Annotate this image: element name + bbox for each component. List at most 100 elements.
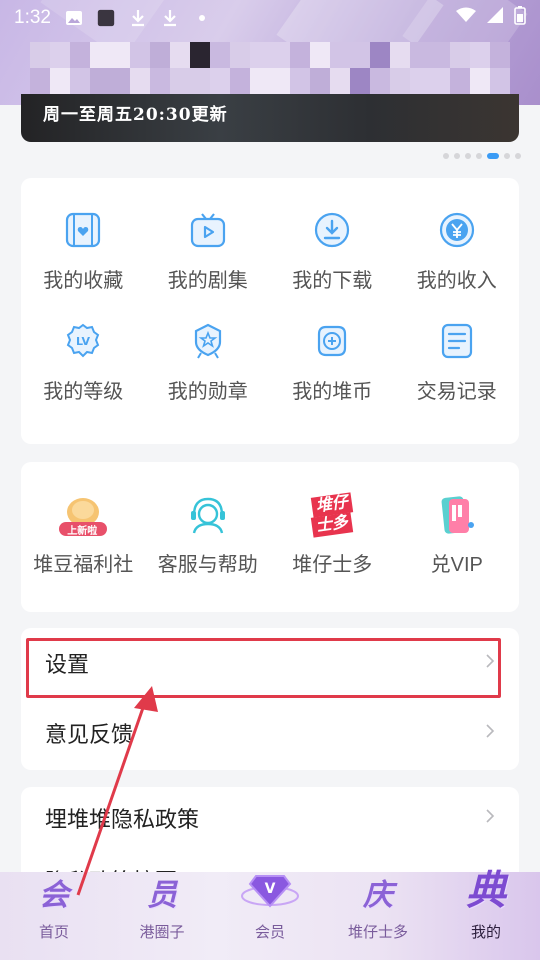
my-coins-item[interactable]: 我的堆币: [270, 321, 395, 404]
privacy-policy-label: 埋堆堆隐私政策: [45, 807, 200, 832]
mosaic-cell: [330, 68, 350, 94]
mosaic-cell: [190, 68, 210, 94]
status-bar: 1:32: [0, 0, 540, 36]
tab-member-label: 会员: [254, 924, 285, 941]
mosaic-cell: [250, 42, 270, 68]
carousel-dot: [515, 153, 521, 159]
vip-card-icon: [434, 492, 480, 538]
mosaic-cell: [470, 68, 490, 94]
store-label: 堆仔士多: [292, 554, 373, 576]
mosaic-cell: [330, 42, 350, 68]
my-level-item[interactable]: LV 我的等级: [21, 321, 146, 404]
bottom-tab-bar: 会 首页 员 港圈子 V 会员 庆 堆仔士多 典 我的: [0, 871, 540, 960]
mosaic-cell: [130, 42, 150, 68]
mosaic-cell: [170, 42, 190, 68]
tab-mine[interactable]: 典 我的: [432, 871, 540, 960]
transaction-records-item[interactable]: 交易记录: [395, 321, 520, 404]
mosaic-cell: [430, 42, 450, 68]
store-item[interactable]: 堆仔 士多 堆仔士多: [270, 492, 395, 577]
mosaic-cell: [350, 42, 370, 68]
tab-store-glyph: 庆: [363, 879, 393, 912]
mosaic-cell: [350, 68, 370, 94]
collection-video-icon: [63, 210, 103, 250]
privacy-policy-row[interactable]: 埋堆堆隐私政策: [21, 787, 519, 849]
mosaic-cell: [30, 68, 50, 94]
pixelated-content: [30, 42, 510, 94]
mosaic-cell: [70, 42, 90, 68]
my-episodes-item[interactable]: 我的剧集: [146, 210, 271, 293]
dot-icon: [193, 9, 211, 27]
transaction-records-label: 交易记录: [416, 381, 497, 403]
gallery-icon: [65, 9, 83, 27]
mosaic-cell: [170, 68, 190, 94]
tab-member[interactable]: V 会员: [216, 872, 324, 960]
mosaic-cell: [410, 42, 430, 68]
mosaic-cell: [230, 42, 250, 68]
my-coins-label: 我的堆币: [292, 381, 373, 403]
tab-circle-glyph: 员: [147, 879, 177, 912]
coin-icon: [312, 321, 352, 361]
feedback-row[interactable]: 意见反馈: [21, 698, 519, 768]
tab-store-label: 堆仔士多: [347, 924, 408, 941]
mosaic-cell: [190, 42, 210, 68]
mosaic-cell: [210, 42, 230, 68]
tab-home-label: 首页: [38, 924, 69, 941]
mosaic-cell: [370, 68, 390, 94]
my-collection-item[interactable]: 我的收藏: [21, 210, 146, 293]
medal-icon: [188, 321, 228, 361]
mosaic-cell: [450, 68, 470, 94]
download-status-icon: [161, 9, 179, 27]
promo-banner[interactable]: 周一至周五20:30更新: [21, 94, 519, 142]
tab-circle-label: 港圈子: [139, 924, 185, 941]
bean-welfare-item[interactable]: 上新啦 堆豆福利社: [21, 492, 146, 577]
mosaic-cell: [50, 42, 70, 68]
mosaic-cell: [110, 42, 130, 68]
customer-help-item[interactable]: 客服与帮助: [146, 492, 271, 577]
my-income-item[interactable]: 我的收入: [395, 210, 520, 293]
feedback-label: 意见反馈: [45, 722, 134, 747]
my-medals-item[interactable]: 我的勋章: [146, 321, 271, 404]
customer-service-icon: [185, 492, 231, 538]
my-level-label: 我的等级: [43, 381, 124, 403]
redeem-vip-item[interactable]: 兑VIP: [395, 492, 520, 577]
mosaic-cell: [430, 68, 450, 94]
my-downloads-item[interactable]: 我的下载: [270, 210, 395, 293]
download-status-icon: [129, 9, 147, 27]
my-medals-label: 我的勋章: [167, 381, 248, 403]
mosaic-cell: [270, 42, 290, 68]
tab-home[interactable]: 会 首页: [0, 872, 108, 960]
my-episodes-label: 我的剧集: [167, 270, 248, 292]
vip-glyph: V: [265, 881, 276, 897]
settings-row[interactable]: 设置: [21, 628, 519, 698]
carousel-dot: [504, 153, 510, 159]
settings-label: 设置: [45, 652, 90, 677]
mosaic-cell: [250, 68, 270, 94]
store-logo-icon: 堆仔 士多: [304, 492, 360, 538]
mosaic-cell: [50, 68, 70, 94]
tab-circle[interactable]: 员 港圈子: [108, 872, 216, 960]
signal-icon: [486, 6, 504, 30]
tv-icon: [188, 210, 228, 250]
tab-home-glyph: 会: [39, 879, 69, 912]
status-time: 1:32: [14, 7, 51, 28]
my-section-card: 我的收藏 我的剧集 我的下载 我的收入 LV 我的等级 我的勋章 我的堆币 交易…: [21, 178, 519, 444]
mosaic-cell: [230, 68, 250, 94]
chevron-right-icon: [485, 652, 495, 675]
store-logo-text-2: 士多: [311, 512, 354, 538]
carousel-dot-active: [487, 153, 499, 159]
tab-store[interactable]: 庆 堆仔士多: [324, 872, 432, 960]
mosaic-cell: [270, 68, 290, 94]
mosaic-cell: [390, 42, 410, 68]
bean-welfare-label: 堆豆福利社: [33, 554, 134, 576]
services-card: 上新啦 堆豆福利社 客服与帮助 堆仔 士多 堆仔士多 兑VIP: [21, 462, 519, 612]
customer-help-label: 客服与帮助: [157, 554, 258, 576]
carousel-dot: [476, 153, 482, 159]
mosaic-cell: [150, 68, 170, 94]
carousel-indicator: [443, 153, 521, 159]
vip-diamond-icon: V: [240, 866, 300, 915]
mosaic-cell: [130, 68, 150, 94]
bean-icon: 上新啦: [53, 492, 113, 538]
app-notification-icon: [97, 9, 115, 27]
new-badge: 上新啦: [67, 526, 98, 537]
svg-text:LV: LV: [76, 335, 90, 348]
